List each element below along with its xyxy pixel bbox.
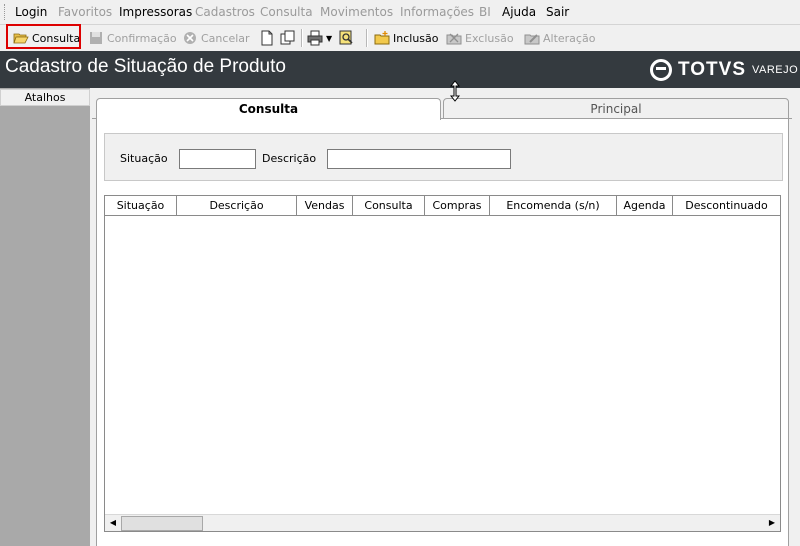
menu-movimentos[interactable]: Movimentos xyxy=(320,5,393,19)
totvs-logo-icon xyxy=(650,59,672,81)
preview-icon xyxy=(339,30,353,45)
menu-grip xyxy=(4,4,8,20)
confirmacao-button[interactable]: Confirmação xyxy=(88,27,177,49)
inclusao-button[interactable]: Inclusão xyxy=(374,27,439,49)
logo-sub: VAREJO xyxy=(752,64,799,76)
alteracao-button[interactable]: Alteração xyxy=(524,27,595,49)
menu-favoritos[interactable]: Favoritos xyxy=(58,5,112,19)
printer-icon xyxy=(307,30,323,46)
tab-principal[interactable]: Principal xyxy=(443,98,789,119)
preview-button[interactable] xyxy=(338,27,357,49)
column-header-descricao[interactable]: Descrição xyxy=(177,196,297,215)
menu-informacoes[interactable]: Informações xyxy=(400,5,474,19)
toolbar-separator xyxy=(301,29,303,47)
situacao-label: Situação xyxy=(120,152,168,165)
edit-icon xyxy=(524,34,540,45)
new-document-icon xyxy=(261,30,273,46)
print-button[interactable]: ▼ xyxy=(307,27,332,49)
column-header-descontinuado[interactable]: Descontinuado xyxy=(673,196,780,215)
grid-header: Situação Descrição Vendas Consulta Compr… xyxy=(105,196,780,216)
resize-cursor-icon xyxy=(450,80,460,102)
totvs-logo: TOTVS VAREJO xyxy=(650,57,798,83)
column-header-encomenda[interactable]: Encomenda (s/n) xyxy=(490,196,617,215)
scroll-right-icon[interactable]: ▶ xyxy=(764,515,780,531)
situacao-input[interactable] xyxy=(179,149,256,169)
new-folder-icon xyxy=(374,31,390,45)
column-header-compras[interactable]: Compras xyxy=(425,196,490,215)
exclusao-button[interactable]: Exclusão xyxy=(446,27,514,49)
filter-panel: Situação Descrição xyxy=(104,133,783,181)
column-header-agenda[interactable]: Agenda xyxy=(617,196,673,215)
column-header-vendas[interactable]: Vendas xyxy=(297,196,353,215)
confirmacao-label: Confirmação xyxy=(107,31,177,45)
logo-brand: TOTVS xyxy=(678,59,746,80)
sidebar-header[interactable]: Atalhos xyxy=(0,89,90,106)
cancelar-label: Cancelar xyxy=(201,31,250,45)
column-header-consulta[interactable]: Consulta xyxy=(353,196,425,215)
menu-login[interactable]: Login xyxy=(15,5,47,19)
consulta-highlight-box xyxy=(6,24,81,49)
window-titlebar: Cadastro de Situação de Produto TOTVS VA… xyxy=(0,51,800,88)
results-grid[interactable]: Situação Descrição Vendas Consulta Compr… xyxy=(104,195,781,532)
inclusao-label: Inclusão xyxy=(393,31,439,45)
save-icon xyxy=(90,32,102,44)
new-document-button[interactable] xyxy=(259,27,278,49)
toolbar: Consulta Confirmação Cancelar ▼ Inclusão… xyxy=(0,25,800,51)
menu-ajuda[interactable]: Ajuda xyxy=(502,5,536,19)
descricao-input[interactable] xyxy=(327,149,511,169)
delete-folder-icon xyxy=(446,33,462,45)
scroll-left-icon[interactable]: ◀ xyxy=(105,515,121,531)
menu-impressoras[interactable]: Impressoras xyxy=(119,5,192,19)
column-header-situacao[interactable]: Situação xyxy=(105,196,177,215)
chevron-down-icon[interactable]: ▼ xyxy=(326,34,332,43)
copy-icon xyxy=(280,30,295,45)
alteracao-label: Alteração xyxy=(543,31,596,45)
descricao-label: Descrição xyxy=(262,152,317,165)
menu-cadastros[interactable]: Cadastros xyxy=(195,5,255,19)
menu-sair[interactable]: Sair xyxy=(546,5,569,19)
menu-bi[interactable]: BI xyxy=(479,5,491,19)
scrollbar-thumb[interactable] xyxy=(121,516,203,531)
exclusao-label: Exclusão xyxy=(465,31,514,45)
sidebar: Atalhos xyxy=(0,88,90,546)
menu-bar: Login Favoritos Impressoras Cadastros Co… xyxy=(0,0,800,25)
menu-consulta[interactable]: Consulta xyxy=(260,5,313,19)
horizontal-scrollbar[interactable]: ◀ ▶ xyxy=(105,514,780,531)
page-title: Cadastro de Situação de Produto xyxy=(5,56,286,77)
tab-consulta[interactable]: Consulta xyxy=(96,98,441,120)
cancel-icon xyxy=(184,32,196,44)
copy-button[interactable] xyxy=(280,27,299,49)
toolbar-separator xyxy=(366,29,368,47)
cancelar-button[interactable]: Cancelar xyxy=(182,27,250,49)
